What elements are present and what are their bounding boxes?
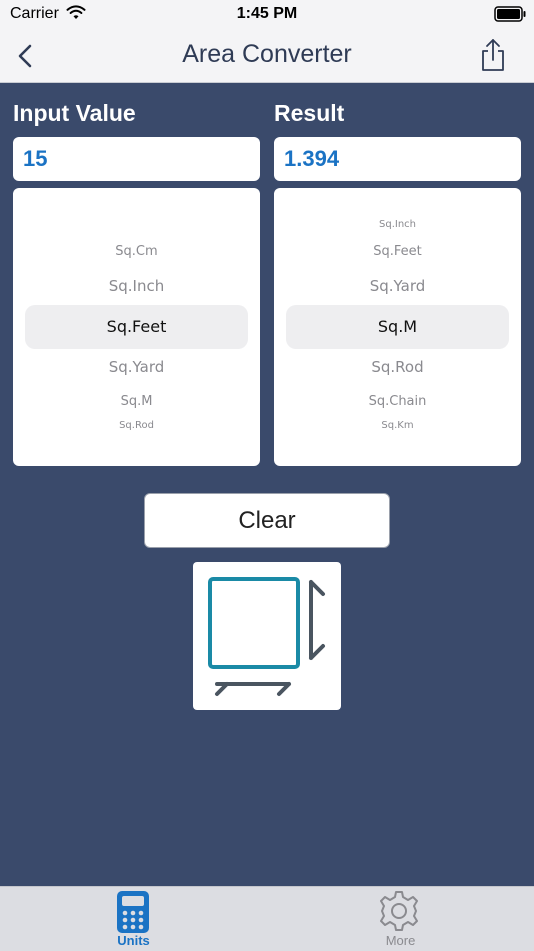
area-square-icon: [208, 577, 325, 696]
picker-item-sq-chain[interactable]: Sq.Chain: [274, 394, 521, 409]
picker-item-sq-feet[interactable]: Sq.Feet: [274, 244, 521, 259]
result-unit-picker[interactable]: Sq.Inch Sq.Feet Sq.Yard Sq.M Sq.Rod Sq.C…: [274, 188, 521, 466]
picker-item-sq-m[interactable]: Sq.M: [13, 394, 260, 409]
picker-item-sq-yard[interactable]: Sq.Yard: [13, 358, 260, 376]
battery-icon: [494, 6, 526, 22]
picker-item-sq-cm[interactable]: Sq.Cm: [13, 244, 260, 259]
input-value-field[interactable]: [13, 137, 260, 181]
result-value-field: 1.394: [274, 137, 521, 181]
gear-icon: [380, 891, 418, 931]
tab-more[interactable]: More: [267, 887, 534, 951]
status-bar: Carrier 1:45 PM: [0, 0, 534, 30]
picker-item-sq-m[interactable]: Sq.M: [274, 317, 521, 336]
picker-item-sq-rod[interactable]: Sq.Rod: [274, 358, 521, 376]
result-label: Result: [274, 100, 345, 126]
picker-item-sq-feet[interactable]: Sq.Feet: [13, 317, 260, 336]
calculator-icon: [117, 891, 149, 933]
input-unit-picker[interactable]: Sq.Cm Sq.Inch Sq.Feet Sq.Yard Sq.M Sq.Ro…: [13, 188, 260, 466]
picker-item-sq-inch[interactable]: Sq.Inch: [13, 277, 260, 295]
navigation-bar: Area Converter: [0, 30, 534, 83]
status-time: 1:45 PM: [236, 5, 298, 22]
picker-item-sq-rod[interactable]: Sq.Rod: [13, 420, 260, 431]
tab-units-label: Units: [117, 933, 150, 948]
input-value-label: Input Value: [13, 100, 136, 126]
tab-bar: Units More: [0, 886, 534, 951]
page-title: Area Converter: [182, 40, 352, 68]
picker-item-sq-inch[interactable]: Sq.Inch: [274, 219, 521, 230]
tab-units[interactable]: Units: [0, 887, 267, 951]
share-icon[interactable]: [474, 36, 512, 74]
picker-item-sq-yard[interactable]: Sq.Yard: [274, 277, 521, 295]
picker-item-sq-km[interactable]: Sq.Km: [274, 420, 521, 431]
area-illustration-card: [193, 562, 341, 710]
result-value-text: 1.394: [284, 146, 340, 171]
clear-button[interactable]: Clear: [144, 493, 390, 548]
input-value-text[interactable]: [23, 146, 250, 172]
tab-more-label: More: [385, 933, 416, 948]
